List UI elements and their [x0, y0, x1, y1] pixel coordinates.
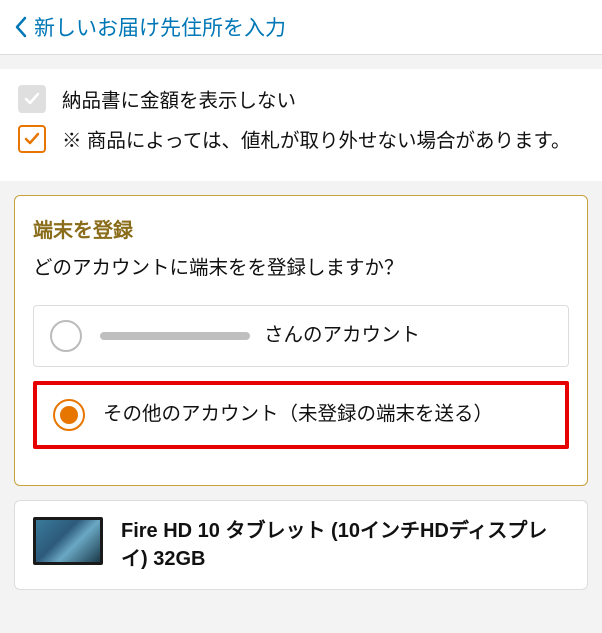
user-name-placeholder — [100, 332, 250, 340]
product-row[interactable]: Fire HD 10 タブレット (10インチHDディスプレイ) 32GB — [14, 500, 588, 590]
header-bar[interactable]: 新しいお届け先住所を入力 — [0, 0, 602, 55]
product-thumbnail — [33, 517, 103, 565]
back-chevron-icon — [14, 15, 28, 39]
check-icon — [23, 130, 41, 148]
note-checkbox[interactable] — [18, 125, 46, 153]
radio-option-other-account[interactable]: その他のアカウント（未登録の端末を送る） — [33, 381, 569, 449]
options-section: 納品書に金額を表示しない ※ 商品によっては、値札が取り外せない場合があります。 — [0, 69, 602, 181]
radio-user-account[interactable] — [50, 320, 82, 352]
check-icon — [23, 90, 41, 108]
register-subtitle: どのアカウントに端末をを登録しますか？ — [33, 253, 569, 284]
hide-amount-checkbox — [18, 85, 46, 113]
radio-other-account[interactable] — [53, 399, 85, 431]
register-title: 端末を登録 — [33, 214, 569, 243]
radio-option-user-account[interactable]: さんのアカウント — [33, 305, 569, 367]
radio-user-account-label: さんのアカウント — [100, 321, 552, 350]
hide-amount-row: 納品書に金額を表示しない — [18, 85, 584, 117]
note-label: ※ 商品によっては、値札が取り外せない場合があります。 — [62, 125, 571, 157]
product-title: Fire HD 10 タブレット (10インチHDディスプレイ) 32GB — [121, 517, 569, 573]
register-device-box: 端末を登録 どのアカウントに端末をを登録しますか？ さんのアカウント その他のア… — [14, 195, 588, 485]
radio-other-account-label: その他のアカウント（未登録の端末を送る） — [103, 400, 549, 429]
user-account-suffix: さんのアカウント — [264, 321, 420, 350]
page-title: 新しいお届け先住所を入力 — [34, 12, 286, 42]
hide-amount-label: 納品書に金額を表示しない — [62, 85, 296, 117]
note-row[interactable]: ※ 商品によっては、値札が取り外せない場合があります。 — [18, 125, 584, 157]
